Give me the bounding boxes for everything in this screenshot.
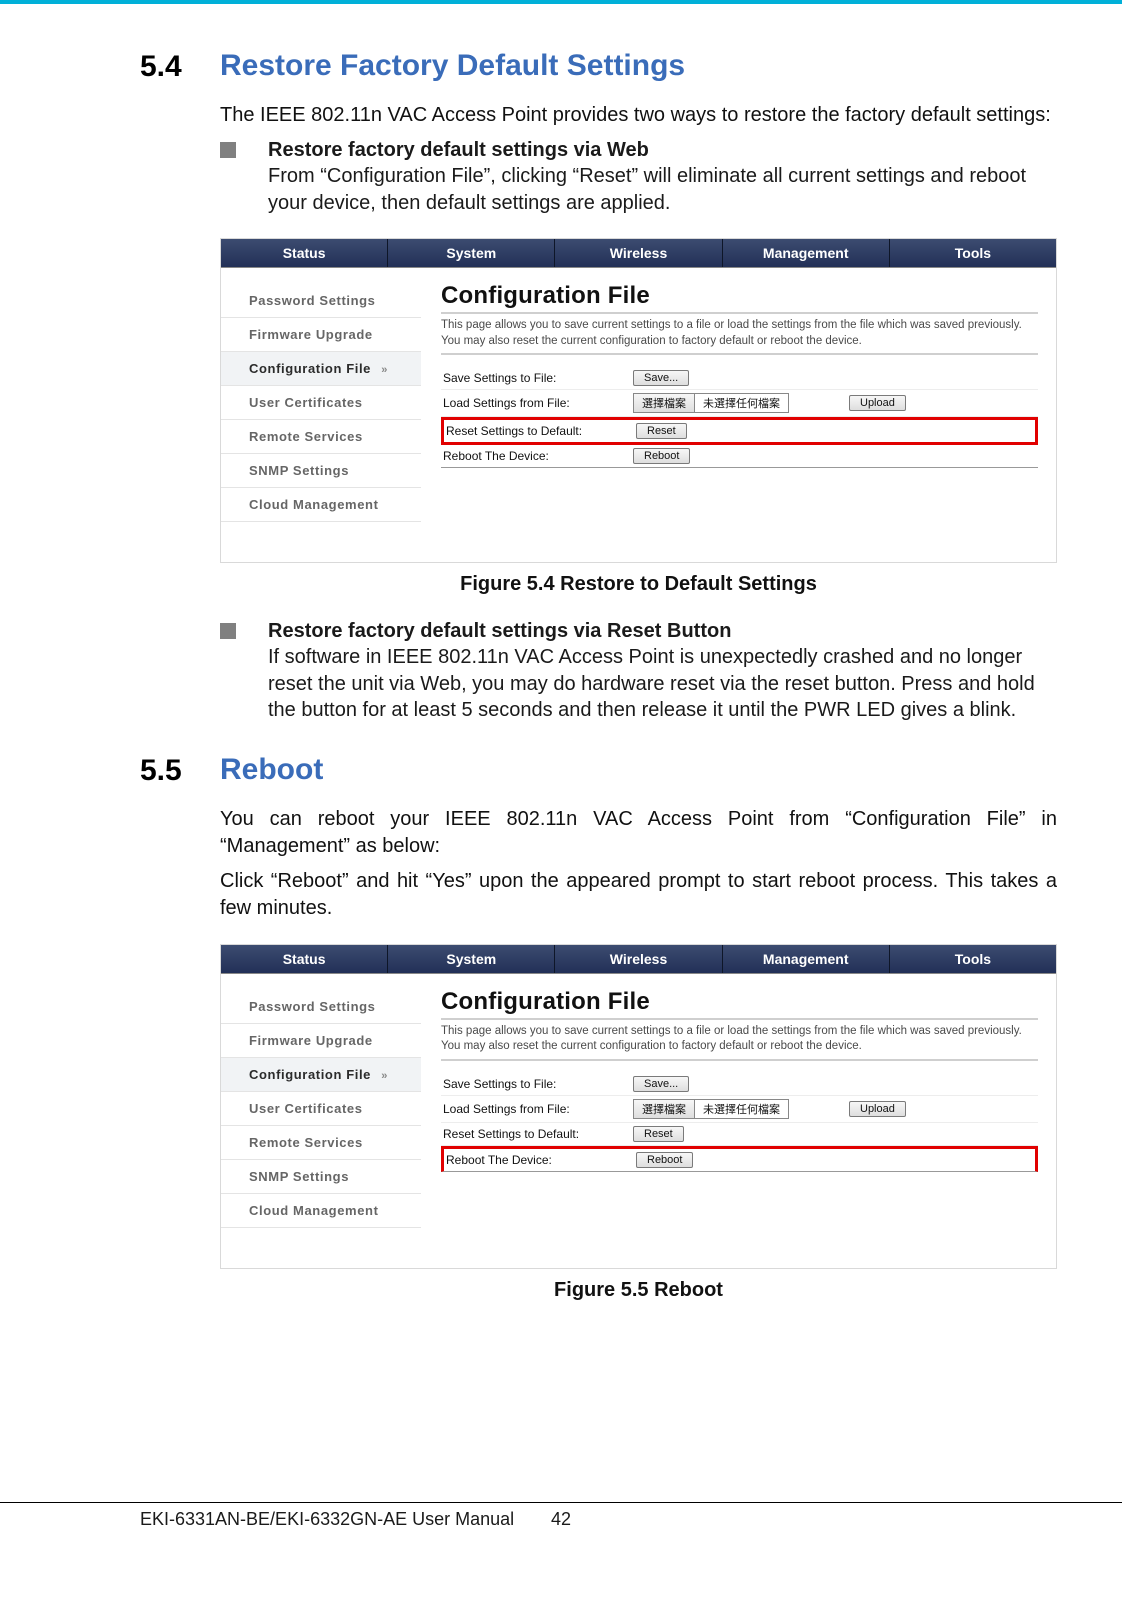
bullet-title: Restore factory default settings via Web (268, 139, 649, 161)
section-5-5-p2: Click “Reboot” and hit “Yes” upon the ap… (220, 868, 1057, 922)
label-save: Save Settings to File: (443, 371, 633, 385)
panel-title: Configuration File (441, 282, 1038, 314)
bullet-button-reset: Restore factory default settings via Res… (220, 618, 1057, 724)
section-title: Reboot (220, 752, 1057, 788)
label-reset: Reset Settings to Default: (443, 1127, 633, 1141)
label-load: Load Settings from File: (443, 1102, 633, 1116)
tab-wireless[interactable]: Wireless (555, 945, 722, 973)
figure-5-4: Status System Wireless Management Tools … (220, 238, 1057, 563)
sidebar-item-snmp[interactable]: SNMP Settings (221, 454, 421, 488)
sidebar-item-cloud[interactable]: Cloud Management (221, 1194, 421, 1228)
sidebar-item-usercert[interactable]: User Certificates (221, 1092, 421, 1126)
tab-management[interactable]: Management (723, 239, 890, 267)
no-file-text: 未選擇任何檔案 (695, 1100, 788, 1118)
bullet-icon (220, 623, 236, 639)
section-title: Restore Factory Default Settings (220, 48, 1057, 84)
panel-desc: This page allows you to save current set… (441, 318, 1038, 355)
row-load: Load Settings from File: 選擇檔案 未選擇任何檔案 Up… (441, 390, 1038, 417)
footer-manual-name: EKI-6331AN-BE/EKI-6332GN-AE User Manual (140, 1509, 514, 1530)
figure-5-4-caption: Figure 5.4 Restore to Default Settings (220, 573, 1057, 596)
row-reboot: Reboot The Device: Reboot (441, 445, 1038, 468)
document-page: 5.4 Restore Factory Default Settings The… (0, 0, 1122, 1553)
label-load: Load Settings from File: (443, 396, 633, 410)
tab-system[interactable]: System (388, 945, 555, 973)
tab-tools[interactable]: Tools (890, 239, 1056, 267)
sidebar-item-cloud[interactable]: Cloud Management (221, 488, 421, 522)
row-save: Save Settings to File: Save... (441, 367, 1038, 390)
nav-tabs: Status System Wireless Management Tools (221, 239, 1056, 268)
footer-page-number: 42 (551, 1509, 571, 1530)
sidebar-item-firmware[interactable]: Firmware Upgrade (221, 318, 421, 352)
no-file-text: 未選擇任何檔案 (695, 394, 788, 412)
section-5-4-heading: 5.4 Restore Factory Default Settings (140, 48, 1057, 88)
label-reset: Reset Settings to Default: (446, 424, 636, 438)
bullet-web-reset: Restore factory default settings via Web… (220, 137, 1057, 216)
chevron-right-icon: » (381, 1070, 388, 1082)
bullet-desc: If software in IEEE 802.11n VAC Access P… (268, 644, 1057, 724)
section-number: 5.4 (140, 50, 182, 84)
label-reboot: Reboot The Device: (446, 1153, 636, 1167)
save-button[interactable]: Save... (633, 370, 689, 386)
sidebar-item-snmp[interactable]: SNMP Settings (221, 1160, 421, 1194)
panel-configfile: Configuration File This page allows you … (421, 974, 1056, 1268)
panel-title: Configuration File (441, 988, 1038, 1020)
choose-file-button[interactable]: 選擇檔案 (634, 1100, 695, 1118)
panel-desc: This page allows you to save current set… (441, 1024, 1038, 1061)
sidebar: Password Settings Firmware Upgrade Confi… (221, 268, 421, 562)
sidebar-item-password[interactable]: Password Settings (221, 284, 421, 318)
sidebar-item-usercert[interactable]: User Certificates (221, 386, 421, 420)
tab-status[interactable]: Status (221, 945, 388, 973)
sidebar-item-password[interactable]: Password Settings (221, 990, 421, 1024)
tab-wireless[interactable]: Wireless (555, 239, 722, 267)
sidebar-item-remote[interactable]: Remote Services (221, 420, 421, 454)
sidebar-item-label: Configuration File (249, 361, 371, 376)
label-reboot: Reboot The Device: (443, 449, 633, 463)
sidebar-item-configfile[interactable]: Configuration File » (221, 1058, 421, 1092)
tab-system[interactable]: System (388, 239, 555, 267)
bullet-icon (220, 142, 236, 158)
file-picker[interactable]: 選擇檔案 未選擇任何檔案 (633, 393, 789, 413)
upload-button[interactable]: Upload (849, 1101, 906, 1117)
choose-file-button[interactable]: 選擇檔案 (634, 394, 695, 412)
section-5-5-p1: You can reboot your IEEE 802.11n VAC Acc… (220, 806, 1057, 860)
sidebar-item-firmware[interactable]: Firmware Upgrade (221, 1024, 421, 1058)
section-5-5-heading: 5.5 Reboot (140, 752, 1057, 792)
tab-management[interactable]: Management (723, 945, 890, 973)
figure-5-5-caption: Figure 5.5 Reboot (220, 1279, 1057, 1302)
reset-button[interactable]: Reset (633, 1126, 684, 1142)
section-5-4-intro: The IEEE 802.11n VAC Access Point provid… (220, 102, 1057, 129)
reboot-button[interactable]: Reboot (633, 448, 690, 464)
tab-status[interactable]: Status (221, 239, 388, 267)
bullet-title: Restore factory default settings via Res… (268, 620, 731, 642)
figure-5-5: Status System Wireless Management Tools … (220, 944, 1057, 1269)
sidebar-item-configfile[interactable]: Configuration File » (221, 352, 421, 386)
row-reboot-highlighted: Reboot The Device: Reboot (441, 1146, 1038, 1172)
reboot-button[interactable]: Reboot (636, 1152, 693, 1168)
page-footer: EKI-6331AN-BE/EKI-6332GN-AE User Manual … (0, 1502, 1122, 1553)
panel-configfile: Configuration File This page allows you … (421, 268, 1056, 562)
label-save: Save Settings to File: (443, 1077, 633, 1091)
file-picker[interactable]: 選擇檔案 未選擇任何檔案 (633, 1099, 789, 1119)
reset-button[interactable]: Reset (636, 423, 687, 439)
row-load: Load Settings from File: 選擇檔案 未選擇任何檔案 Up… (441, 1096, 1038, 1123)
bullet-desc: From “Configuration File”, clicking “Res… (268, 163, 1057, 216)
upload-button[interactable]: Upload (849, 395, 906, 411)
section-number: 5.5 (140, 754, 182, 788)
save-button[interactable]: Save... (633, 1076, 689, 1092)
row-reset: Reset Settings to Default: Reset (441, 1123, 1038, 1146)
sidebar: Password Settings Firmware Upgrade Confi… (221, 974, 421, 1268)
tab-tools[interactable]: Tools (890, 945, 1056, 973)
row-reset-highlighted: Reset Settings to Default: Reset (441, 417, 1038, 445)
chevron-right-icon: » (381, 364, 388, 376)
nav-tabs: Status System Wireless Management Tools (221, 945, 1056, 974)
sidebar-item-remote[interactable]: Remote Services (221, 1126, 421, 1160)
sidebar-item-label: Configuration File (249, 1067, 371, 1082)
row-save: Save Settings to File: Save... (441, 1073, 1038, 1096)
